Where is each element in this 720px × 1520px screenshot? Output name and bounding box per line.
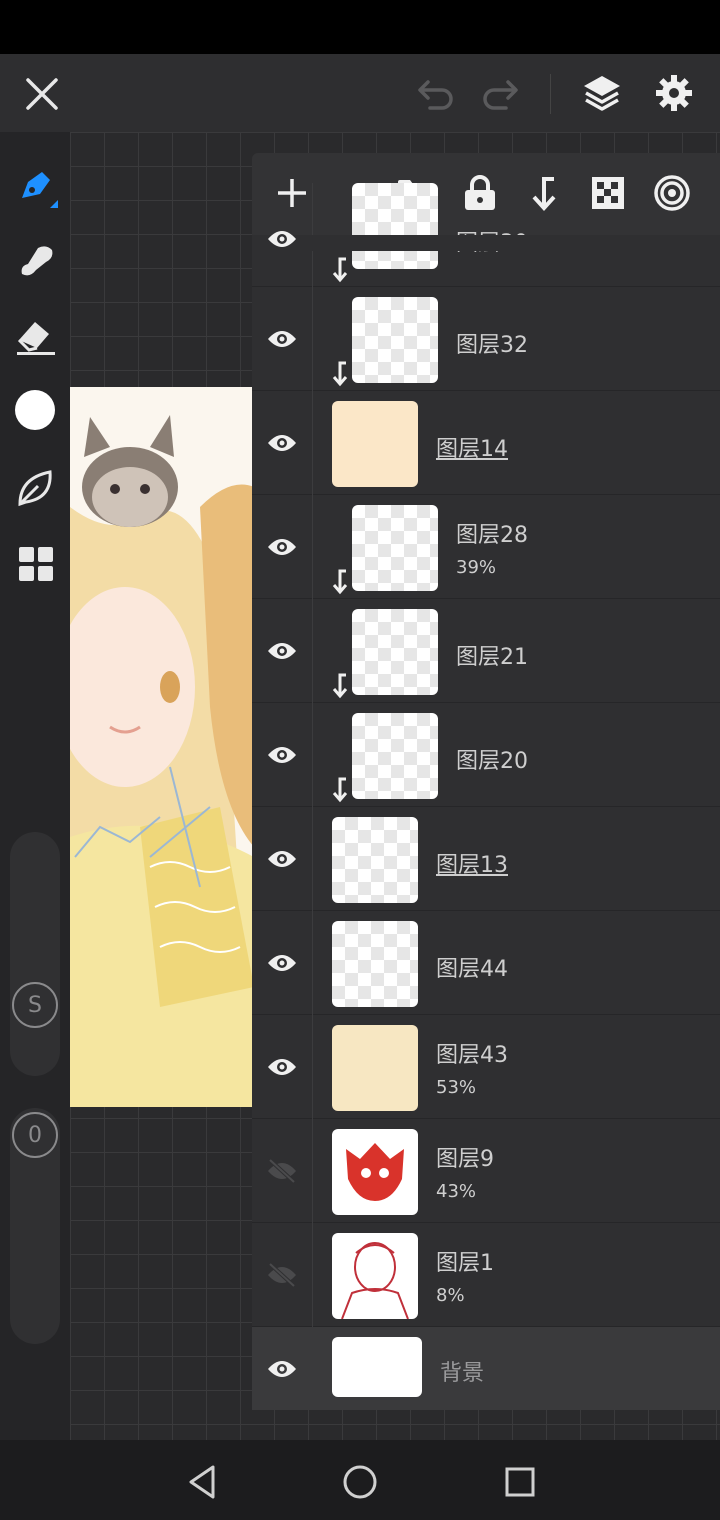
stabilizer-indicator: S (12, 982, 58, 1028)
background-layer-row[interactable]: 背景 (252, 1327, 720, 1410)
layer-name: 图层43 (436, 1043, 508, 1068)
eye-icon[interactable] (264, 221, 300, 257)
gear-icon[interactable] (650, 70, 698, 116)
eye-icon[interactable] (264, 737, 300, 773)
eraser-icon[interactable] (12, 312, 60, 360)
back-icon[interactable] (180, 1460, 224, 1504)
layer-name: 图层21 (456, 645, 528, 670)
status-bar (0, 0, 720, 54)
layer-thumbnail (332, 1233, 418, 1319)
layer-row[interactable]: 图层43 53% (252, 1015, 720, 1119)
row-divider (312, 911, 313, 1015)
layer-thumbnail (332, 1129, 418, 1215)
layer-thumbnail (332, 401, 418, 487)
layer-name: 图层32 (456, 333, 528, 358)
layer-row[interactable]: 图层20 (252, 703, 720, 807)
layer-thumbnail (352, 505, 438, 591)
opacity-label: 0 (28, 1122, 42, 1148)
background-thumbnail (332, 1337, 422, 1397)
layer-thumbnail (332, 921, 418, 1007)
row-divider (312, 1119, 313, 1223)
layer-row[interactable]: 图层1 8% (252, 1223, 720, 1327)
redo-icon[interactable] (478, 74, 522, 114)
left-toolbar: S 0 (0, 132, 70, 1440)
layer-row[interactable]: 图层9 43% (252, 1119, 720, 1223)
layer-row[interactable]: 图层28 39% (252, 495, 720, 599)
color-swatch[interactable] (15, 390, 55, 430)
eye-icon[interactable] (264, 841, 300, 877)
row-divider (312, 1223, 313, 1327)
clip-arrow-icon (332, 569, 348, 595)
stabilizer-label: S (28, 992, 42, 1018)
layer-name: 图层20 (456, 749, 528, 774)
layer-name: 图层1 (436, 1251, 494, 1276)
layers-icon[interactable] (578, 70, 626, 116)
eye-icon[interactable] (264, 529, 300, 565)
row-divider (312, 287, 313, 391)
clip-arrow-icon (332, 673, 348, 699)
layer-opacity: 53% (436, 1077, 477, 1098)
row-mask (252, 235, 720, 251)
layer-row[interactable]: 图层21 (252, 599, 720, 703)
smudge-icon[interactable] (12, 236, 60, 284)
row-divider (312, 807, 313, 911)
layer-row[interactable]: 图层13 (252, 807, 720, 911)
brush-size-slider[interactable] (10, 832, 60, 1076)
layer-row[interactable]: 图层32 (252, 287, 720, 391)
layer-thumbnail (352, 297, 438, 383)
opacity-indicator: 0 (12, 1112, 58, 1158)
layer-name: 图层14 (436, 437, 508, 462)
top-toolbar (0, 54, 720, 132)
layer-opacity: 43% (436, 1181, 477, 1202)
layer-name: 背景 (440, 1361, 485, 1386)
leaf-icon[interactable] (12, 464, 60, 512)
home-icon[interactable] (338, 1460, 382, 1504)
eye-icon[interactable] (264, 321, 300, 357)
row-divider (312, 1015, 313, 1119)
clip-arrow-icon (332, 361, 348, 387)
eye-icon[interactable] (264, 1049, 300, 1085)
layer-thumbnail (332, 817, 418, 903)
layer-name: 图层28 (456, 523, 528, 548)
grid-icon[interactable] (12, 540, 60, 588)
eye-icon[interactable] (264, 1351, 300, 1387)
layer-thumbnail (352, 183, 438, 269)
row-divider (312, 599, 313, 703)
row-divider (312, 703, 313, 807)
row-divider (312, 495, 313, 599)
eye-icon[interactable] (264, 945, 300, 981)
layer-name: 图层9 (436, 1147, 494, 1172)
layer-opacity: 8% (436, 1285, 465, 1306)
artwork-canvas[interactable] (70, 387, 254, 1107)
layer-thumbnail (352, 609, 438, 695)
eye-icon[interactable] (264, 425, 300, 461)
undo-icon[interactable] (414, 74, 458, 114)
close-icon[interactable] (20, 72, 64, 116)
row-divider (312, 391, 313, 495)
layer-row[interactable]: 图层44 (252, 911, 720, 1015)
eye-icon[interactable] (264, 633, 300, 669)
clip-arrow-icon (332, 257, 348, 283)
layer-row[interactable]: 图层14 (252, 391, 720, 495)
system-navbar (0, 1440, 720, 1520)
eye-hidden-icon[interactable] (264, 1153, 300, 1189)
layers-panel: 图层30 图层32 图层14 图层28 39% (252, 153, 720, 1410)
recents-icon[interactable] (498, 1460, 542, 1504)
layer-name: 图层44 (436, 957, 508, 982)
clip-arrow-icon (332, 777, 348, 803)
layer-opacity: 39% (456, 557, 497, 578)
brush-icon[interactable] (10, 160, 62, 212)
layer-thumbnail (332, 1025, 418, 1111)
layer-name: 图层13 (436, 853, 508, 878)
layer-thumbnail (352, 713, 438, 799)
eye-hidden-icon[interactable] (264, 1257, 300, 1293)
toolbar-divider (550, 74, 551, 114)
